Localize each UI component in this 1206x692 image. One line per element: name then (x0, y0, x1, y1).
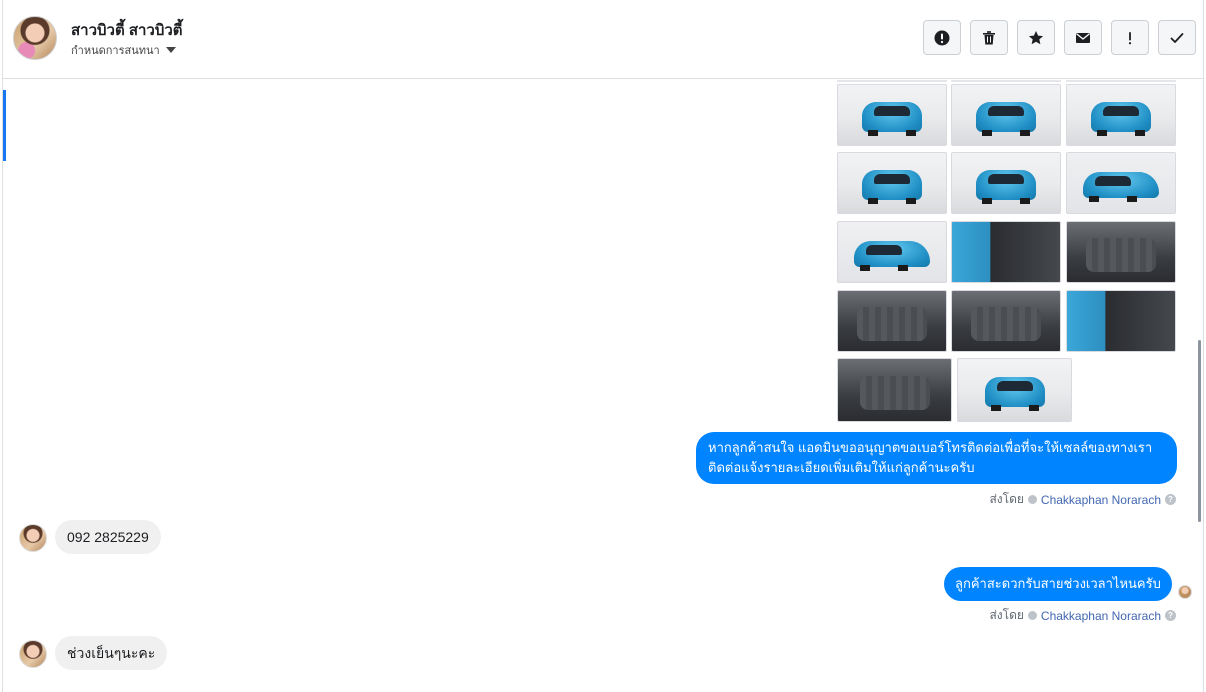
star-button[interactable] (1017, 20, 1055, 55)
car-photo-subject (862, 102, 922, 137)
star-icon (1028, 30, 1044, 44)
conversation-stage-label: กำหนดการสนทนา (71, 45, 160, 57)
verified-check-icon (1027, 611, 1037, 620)
message-bubble-outgoing[interactable]: ลูกค้าสะดวกรับสายช่วงเวลาไหนครับ (944, 567, 1172, 601)
conversation-header: สาวบิวตี้ สาวบิวตี้ กำหนดการสนทนา (3, 0, 1203, 79)
caret-down-icon (165, 47, 176, 53)
trash-icon (983, 30, 995, 44)
conversation-stage-dropdown[interactable]: กำหนดการสนทนา (71, 41, 176, 59)
sent-by-label: ส่งโดย Chakkaphan Norarach ? (989, 606, 1176, 625)
exclamation-circle-icon (934, 30, 950, 45)
photo-thumbnail[interactable] (837, 358, 952, 422)
help-icon[interactable]: ? (1165, 494, 1176, 505)
message-bubble-incoming[interactable]: ช่วงเย็นๆนะคะ (55, 636, 168, 670)
car-interior-subject (857, 307, 927, 341)
unread-button[interactable] (1064, 20, 1102, 55)
car-photo-subject (862, 170, 922, 205)
contact-avatar-small[interactable] (19, 640, 47, 668)
photo-cutoff-strip (951, 80, 1061, 82)
help-icon[interactable]: ? (1165, 610, 1176, 621)
contact-name[interactable]: สาวบิวตี้ สาวบิวตี้ (71, 18, 183, 42)
car-photo-subject (1083, 172, 1159, 203)
photo-thumbnail[interactable] (1066, 290, 1176, 352)
photo-thumbnail[interactable] (837, 221, 947, 283)
contact-avatar-small[interactable] (19, 524, 47, 552)
sent-by-label: ส่งโดย Chakkaphan Norarach ? (989, 490, 1176, 509)
delete-button[interactable] (970, 20, 1008, 55)
photo-thumbnail[interactable] (837, 152, 947, 214)
photo-thumbnail[interactable] (951, 152, 1061, 214)
car-interior-subject (859, 376, 930, 411)
follow-up-button[interactable] (1111, 20, 1149, 55)
agent-name-link[interactable]: Chakkaphan Norarach (1041, 609, 1161, 623)
inbox-conversation-panel: สาวบิวตี้ สาวบิวตี้ กำหนดการสนทนา หากลูก… (2, 0, 1204, 692)
message-thread[interactable]: หากลูกค้าสนใจ แอดมินขออนุญาตขอเบอร์โทรติ… (3, 80, 1203, 692)
photo-cutoff-strip (837, 80, 947, 82)
photo-thumbnail[interactable] (837, 84, 947, 146)
sent-by-prefix: ส่งโดย (989, 492, 1024, 506)
photo-thumbnail[interactable] (957, 358, 1072, 422)
car-photo-subject (1091, 102, 1151, 137)
header-actions (923, 20, 1196, 55)
verified-check-icon (1027, 495, 1037, 504)
sent-by-prefix: ส่งโดย (989, 608, 1024, 622)
photo-thumbnail[interactable] (1066, 221, 1176, 283)
message-bubble-incoming[interactable]: 092 2825229 (55, 520, 161, 554)
scrollbar-thumb[interactable] (1198, 340, 1201, 522)
photo-cutoff-strip (1066, 80, 1176, 82)
message-bubble-outgoing[interactable]: หากลูกค้าสนใจ แอดมินขออนุญาตขอเบอร์โทรติ… (696, 432, 1177, 484)
photo-thumbnail[interactable] (951, 221, 1061, 283)
mark-done-button[interactable] (1158, 20, 1196, 55)
car-photo-subject (976, 170, 1036, 205)
contact-avatar[interactable] (13, 16, 57, 60)
exclamation-icon (1128, 31, 1132, 44)
car-interior-subject (1086, 238, 1156, 272)
message-line: หากลูกค้าสนใจ แอดมินขออนุญาตขอเบอร์โทรติ… (708, 440, 1153, 455)
car-photo-subject (976, 102, 1036, 137)
photo-thumbnail[interactable] (1066, 152, 1176, 214)
seen-receipt-avatar (1178, 585, 1192, 599)
photo-thumbnail[interactable] (951, 84, 1061, 146)
agent-name-link[interactable]: Chakkaphan Norarach (1041, 493, 1161, 507)
report-button[interactable] (923, 20, 961, 55)
photo-thumbnail[interactable] (1066, 84, 1176, 146)
photo-thumbnail[interactable] (951, 290, 1061, 352)
car-photo-subject (854, 241, 930, 272)
check-icon (1170, 32, 1184, 43)
message-line: ติดต่อแจ้งรายละเอียดเพิ่มเติมให้แก่ลูกค้… (708, 460, 975, 475)
car-interior-subject (971, 307, 1041, 341)
car-photo-subject (984, 377, 1045, 412)
photo-thumbnail[interactable] (837, 290, 947, 352)
envelope-icon (1076, 32, 1090, 43)
